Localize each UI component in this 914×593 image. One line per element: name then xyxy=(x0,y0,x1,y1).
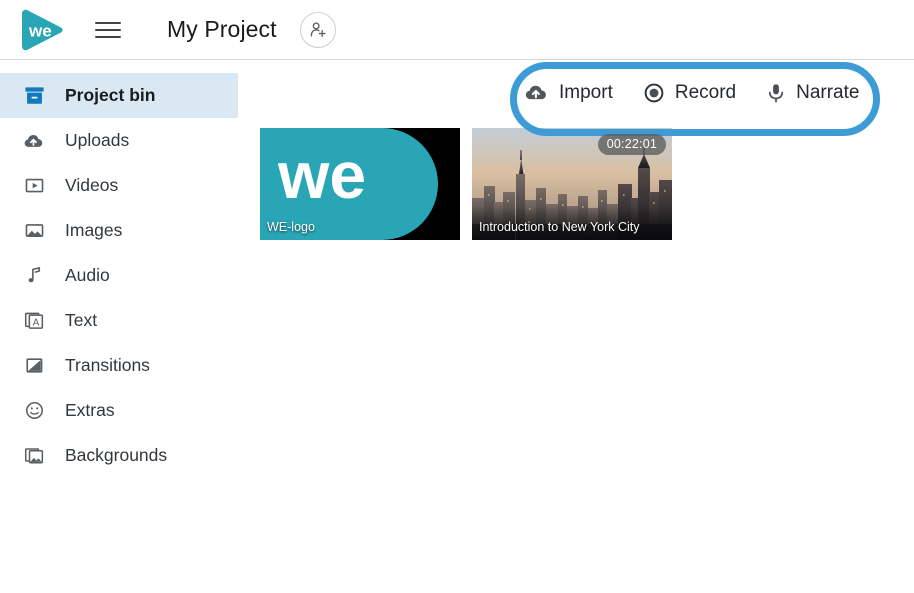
sidebar-navigation: Project bin Uploads Videos Images Audio … xyxy=(0,61,238,593)
sidebar-item-audio[interactable]: Audio xyxy=(0,253,238,298)
record-circle-icon xyxy=(643,82,665,104)
media-tile-we-logo[interactable]: we WE-logo xyxy=(260,128,460,240)
sidebar-item-images[interactable]: Images xyxy=(0,208,238,253)
hamburger-line xyxy=(95,28,121,31)
video-play-icon xyxy=(21,173,47,199)
narrate-button[interactable]: Narrate xyxy=(766,82,859,104)
media-actions-toolbar: Import Record Narrate xyxy=(524,80,859,105)
backgrounds-icon xyxy=(21,443,47,469)
sidebar-item-label: Transitions xyxy=(65,354,150,375)
sidebar-item-label: Videos xyxy=(65,174,119,195)
page-title: My Project xyxy=(167,16,277,42)
sidebar-item-label: Uploads xyxy=(65,129,130,150)
hamburger-line xyxy=(95,21,121,24)
sidebar-item-text[interactable]: A Text xyxy=(0,298,238,343)
svg-text:we: we xyxy=(278,141,366,211)
svg-text:we: we xyxy=(28,21,52,40)
sidebar-item-label: Images xyxy=(65,219,123,240)
sidebar-item-label: Text xyxy=(65,309,98,330)
sidebar-item-project-bin[interactable]: Project bin xyxy=(0,73,238,118)
we-wordmark: we xyxy=(278,141,366,211)
smiley-face-icon xyxy=(21,398,47,424)
media-duration-badge: 00:22:01 xyxy=(597,134,666,155)
record-button-label: Record xyxy=(674,81,737,103)
text-box-icon: A xyxy=(21,308,47,334)
app-header: we My Project xyxy=(0,0,914,60)
record-button[interactable]: Record xyxy=(643,82,736,104)
sidebar-item-uploads[interactable]: Uploads xyxy=(0,118,238,163)
sidebar-item-transitions[interactable]: Transitions xyxy=(0,343,238,388)
project-bin-icon xyxy=(21,83,47,109)
sidebar-item-backgrounds[interactable]: Backgrounds xyxy=(0,433,238,478)
sidebar-item-videos[interactable]: Videos xyxy=(0,163,238,208)
sidebar-item-label: Backgrounds xyxy=(65,444,168,465)
media-thumbnail-grid: we WE-logo 00:22:01 Introduction to New … xyxy=(260,128,672,240)
hamburger-line xyxy=(95,35,121,38)
narrate-button-label: Narrate xyxy=(796,81,860,103)
image-icon xyxy=(21,218,47,244)
sidebar-item-extras[interactable]: Extras xyxy=(0,388,238,433)
cloud-upload-icon xyxy=(524,80,549,105)
import-button[interactable]: Import xyxy=(524,80,613,105)
sidebar-item-label: Audio xyxy=(65,264,110,285)
we-play-logo-icon[interactable]: we xyxy=(18,8,65,52)
cloud-upload-icon xyxy=(21,128,47,154)
media-content-panel: Import Record Narrate we WE-logo 00:22:0… xyxy=(238,61,914,593)
media-tile-title: Introduction to New York City xyxy=(479,220,640,234)
hamburger-menu-icon[interactable] xyxy=(95,15,125,45)
media-tile-title: WE-logo xyxy=(267,220,315,234)
import-button-label: Import xyxy=(559,81,613,103)
media-tile-introduction-to-new-york-city[interactable]: 00:22:01 Introduction to New York City xyxy=(472,128,672,240)
music-note-icon xyxy=(21,263,47,289)
we-video-editor-app: we My Project Project bin Uploads Videos… xyxy=(0,0,914,593)
microphone-icon xyxy=(766,82,786,104)
sidebar-item-label: Extras xyxy=(65,399,115,420)
transition-icon xyxy=(21,353,47,379)
add-person-icon[interactable] xyxy=(299,11,336,48)
sidebar-item-label: Project bin xyxy=(65,84,156,105)
svg-text:A: A xyxy=(32,317,39,328)
